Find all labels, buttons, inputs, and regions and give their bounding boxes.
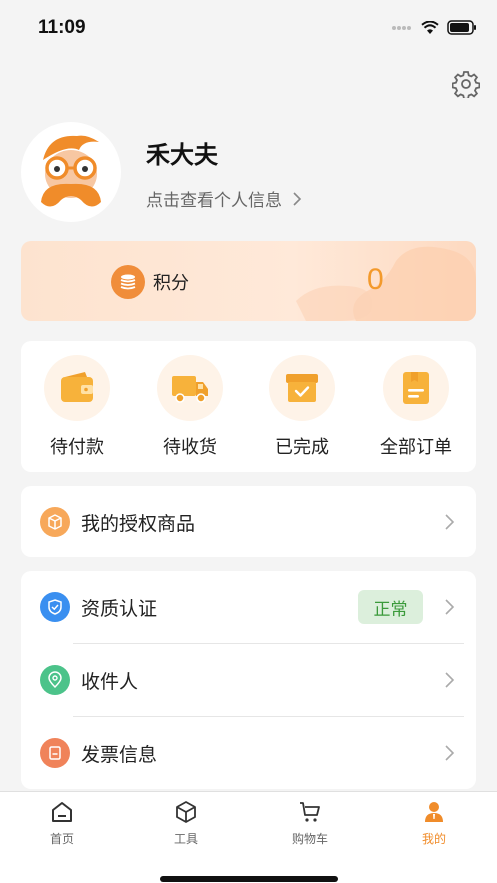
menu-label: 发票信息 xyxy=(81,744,158,766)
view-profile-link[interactable]: 点击查看个人信息 xyxy=(146,186,302,211)
tab-label: 首页 xyxy=(49,832,74,846)
wifi-icon xyxy=(421,20,439,34)
order-label: 待收货 xyxy=(163,437,217,458)
order-all[interactable]: 全部订单 xyxy=(361,355,471,465)
order-list-icon xyxy=(403,372,429,404)
signal-dots-icon xyxy=(392,25,411,30)
tab-label: 工具 xyxy=(173,832,198,846)
shield-check-icon xyxy=(40,592,70,622)
tab-cart[interactable]: 购物车 xyxy=(270,800,350,847)
chevron-right-icon xyxy=(293,191,302,206)
chevron-right-icon xyxy=(445,599,455,615)
battery-icon xyxy=(447,20,476,35)
account-settings-card: 资质认证 正常 收件人 发票信息 xyxy=(21,571,476,789)
truck-icon xyxy=(172,376,208,403)
chevron-right-icon xyxy=(445,672,455,688)
order-completed[interactable]: 已完成 xyxy=(247,355,357,465)
tab-label: 购物车 xyxy=(291,832,328,846)
menu-row-invoice[interactable]: 发票信息 xyxy=(21,717,476,789)
location-pin-icon xyxy=(40,665,70,695)
package-icon xyxy=(40,507,70,537)
points-card[interactable]: 积分 0 xyxy=(21,241,476,321)
cart-icon xyxy=(300,802,320,822)
profile-name: 禾大夫 xyxy=(146,141,218,169)
status-badge: 正常 xyxy=(358,590,423,624)
status-time: 11:09 xyxy=(38,17,86,38)
cube-icon xyxy=(176,801,196,823)
menu-label: 收件人 xyxy=(81,671,139,693)
doctor-avatar-icon xyxy=(41,135,101,207)
invoice-icon xyxy=(40,738,70,768)
menu-row-authorized-goods[interactable]: 我的授权商品 xyxy=(21,486,476,558)
menu-label: 我的授权商品 xyxy=(81,513,196,535)
view-profile-label: 点击查看个人信息 xyxy=(146,191,282,211)
status-bar: 11:09 xyxy=(0,0,497,58)
points-value: 0 xyxy=(367,263,384,296)
coin-icon xyxy=(111,265,145,299)
menu-row-qualification[interactable]: 资质认证 正常 xyxy=(21,571,476,643)
avatar[interactable] xyxy=(21,122,121,222)
chevron-right-icon xyxy=(445,745,455,761)
chevron-right-icon xyxy=(445,514,455,530)
order-pending-receipt[interactable]: 待收货 xyxy=(135,355,245,465)
menu-row-recipient[interactable]: 收件人 xyxy=(21,644,476,716)
home-icon xyxy=(52,802,72,822)
tab-tools[interactable]: 工具 xyxy=(146,800,226,847)
order-label: 全部订单 xyxy=(380,437,452,458)
box-check-icon xyxy=(286,374,318,402)
authorized-goods-card: 我的授权商品 xyxy=(21,486,476,557)
user-icon xyxy=(425,802,443,822)
tab-home[interactable]: 首页 xyxy=(22,800,102,847)
orders-card: 待付款 待收货 已完成 全部订单 xyxy=(21,341,476,472)
wallet-icon xyxy=(61,372,93,402)
home-indicator xyxy=(160,876,338,882)
status-icons xyxy=(391,20,477,35)
menu-label: 资质认证 xyxy=(81,598,158,620)
order-label: 已完成 xyxy=(275,437,329,458)
settings-gear-icon[interactable] xyxy=(452,70,480,98)
tab-mine[interactable]: 我的 xyxy=(394,800,474,847)
tab-label: 我的 xyxy=(421,832,446,846)
points-label: 积分 xyxy=(153,273,189,294)
order-pending-payment[interactable]: 待付款 xyxy=(22,355,132,465)
bottom-tab-bar: 首页 工具 购物车 我的 xyxy=(0,791,497,883)
order-label: 待付款 xyxy=(50,437,104,458)
